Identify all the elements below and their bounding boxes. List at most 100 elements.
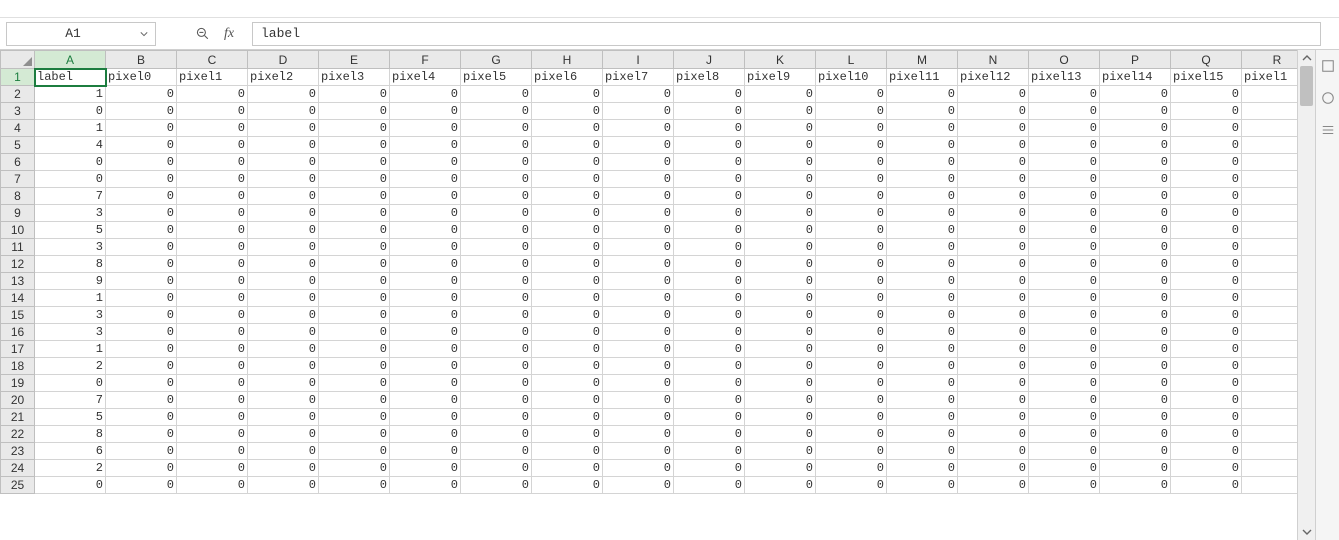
cell-O3[interactable]: 0 xyxy=(1029,103,1100,120)
cell-E9[interactable]: 0 xyxy=(319,205,390,222)
cell-D1[interactable]: pixel2 xyxy=(248,69,319,86)
cell-H25[interactable]: 0 xyxy=(532,477,603,494)
cell-R20[interactable] xyxy=(1242,392,1298,409)
cell-O22[interactable]: 0 xyxy=(1029,426,1100,443)
cell-R17[interactable] xyxy=(1242,341,1298,358)
cell-M20[interactable]: 0 xyxy=(887,392,958,409)
cell-J3[interactable]: 0 xyxy=(674,103,745,120)
cell-G9[interactable]: 0 xyxy=(461,205,532,222)
cell-P15[interactable]: 0 xyxy=(1100,307,1171,324)
cell-N15[interactable]: 0 xyxy=(958,307,1029,324)
cell-G16[interactable]: 0 xyxy=(461,324,532,341)
cell-L12[interactable]: 0 xyxy=(816,256,887,273)
cell-R10[interactable] xyxy=(1242,222,1298,239)
cell-J12[interactable]: 0 xyxy=(674,256,745,273)
cell-H19[interactable]: 0 xyxy=(532,375,603,392)
row-header-13[interactable]: 13 xyxy=(1,273,35,290)
cell-D23[interactable]: 0 xyxy=(248,443,319,460)
cell-G21[interactable]: 0 xyxy=(461,409,532,426)
cell-J20[interactable]: 0 xyxy=(674,392,745,409)
cell-A6[interactable]: 0 xyxy=(35,154,106,171)
cell-I9[interactable]: 0 xyxy=(603,205,674,222)
cell-O25[interactable]: 0 xyxy=(1029,477,1100,494)
cell-H4[interactable]: 0 xyxy=(532,120,603,137)
cell-H1[interactable]: pixel6 xyxy=(532,69,603,86)
cell-K21[interactable]: 0 xyxy=(745,409,816,426)
cell-A8[interactable]: 7 xyxy=(35,188,106,205)
cell-D11[interactable]: 0 xyxy=(248,239,319,256)
cell-M15[interactable]: 0 xyxy=(887,307,958,324)
cell-N4[interactable]: 0 xyxy=(958,120,1029,137)
cell-Q16[interactable]: 0 xyxy=(1171,324,1242,341)
cell-G4[interactable]: 0 xyxy=(461,120,532,137)
cell-D13[interactable]: 0 xyxy=(248,273,319,290)
cell-E7[interactable]: 0 xyxy=(319,171,390,188)
cell-O18[interactable]: 0 xyxy=(1029,358,1100,375)
cell-L19[interactable]: 0 xyxy=(816,375,887,392)
column-header-Q[interactable]: Q xyxy=(1171,51,1242,69)
cell-L18[interactable]: 0 xyxy=(816,358,887,375)
row-header-16[interactable]: 16 xyxy=(1,324,35,341)
cell-R7[interactable] xyxy=(1242,171,1298,188)
cell-M24[interactable]: 0 xyxy=(887,460,958,477)
cell-C22[interactable]: 0 xyxy=(177,426,248,443)
cell-D2[interactable]: 0 xyxy=(248,86,319,103)
row-header-2[interactable]: 2 xyxy=(1,86,35,103)
cell-E2[interactable]: 0 xyxy=(319,86,390,103)
cell-J15[interactable]: 0 xyxy=(674,307,745,324)
cell-K25[interactable]: 0 xyxy=(745,477,816,494)
column-header-I[interactable]: I xyxy=(603,51,674,69)
formula-input[interactable]: label xyxy=(252,22,1321,46)
cell-C17[interactable]: 0 xyxy=(177,341,248,358)
cell-N25[interactable]: 0 xyxy=(958,477,1029,494)
cell-P22[interactable]: 0 xyxy=(1100,426,1171,443)
cell-L13[interactable]: 0 xyxy=(816,273,887,290)
cell-A23[interactable]: 6 xyxy=(35,443,106,460)
cell-G15[interactable]: 0 xyxy=(461,307,532,324)
cell-A11[interactable]: 3 xyxy=(35,239,106,256)
cell-K8[interactable]: 0 xyxy=(745,188,816,205)
cell-L17[interactable]: 0 xyxy=(816,341,887,358)
row-header-10[interactable]: 10 xyxy=(1,222,35,239)
cell-O11[interactable]: 0 xyxy=(1029,239,1100,256)
cell-P9[interactable]: 0 xyxy=(1100,205,1171,222)
rail-icon-2[interactable] xyxy=(1320,90,1336,106)
cell-O8[interactable]: 0 xyxy=(1029,188,1100,205)
cell-A18[interactable]: 2 xyxy=(35,358,106,375)
cell-Q4[interactable]: 0 xyxy=(1171,120,1242,137)
scroll-track[interactable] xyxy=(1298,66,1315,524)
cell-I16[interactable]: 0 xyxy=(603,324,674,341)
cell-F22[interactable]: 0 xyxy=(390,426,461,443)
cell-K15[interactable]: 0 xyxy=(745,307,816,324)
cell-D6[interactable]: 0 xyxy=(248,154,319,171)
cell-C13[interactable]: 0 xyxy=(177,273,248,290)
cell-I13[interactable]: 0 xyxy=(603,273,674,290)
cell-C16[interactable]: 0 xyxy=(177,324,248,341)
cell-K17[interactable]: 0 xyxy=(745,341,816,358)
cell-G25[interactable]: 0 xyxy=(461,477,532,494)
cell-N17[interactable]: 0 xyxy=(958,341,1029,358)
cell-G6[interactable]: 0 xyxy=(461,154,532,171)
row-header-19[interactable]: 19 xyxy=(1,375,35,392)
cell-A10[interactable]: 5 xyxy=(35,222,106,239)
cell-L5[interactable]: 0 xyxy=(816,137,887,154)
cell-H6[interactable]: 0 xyxy=(532,154,603,171)
cell-I3[interactable]: 0 xyxy=(603,103,674,120)
cell-D5[interactable]: 0 xyxy=(248,137,319,154)
cell-D21[interactable]: 0 xyxy=(248,409,319,426)
cell-H14[interactable]: 0 xyxy=(532,290,603,307)
cell-F6[interactable]: 0 xyxy=(390,154,461,171)
cell-G5[interactable]: 0 xyxy=(461,137,532,154)
cell-L2[interactable]: 0 xyxy=(816,86,887,103)
cell-J7[interactable]: 0 xyxy=(674,171,745,188)
cell-D18[interactable]: 0 xyxy=(248,358,319,375)
cell-A25[interactable]: 0 xyxy=(35,477,106,494)
cell-C23[interactable]: 0 xyxy=(177,443,248,460)
cell-H7[interactable]: 0 xyxy=(532,171,603,188)
cell-I2[interactable]: 0 xyxy=(603,86,674,103)
cell-L4[interactable]: 0 xyxy=(816,120,887,137)
cell-Q15[interactable]: 0 xyxy=(1171,307,1242,324)
cell-J14[interactable]: 0 xyxy=(674,290,745,307)
cell-A12[interactable]: 8 xyxy=(35,256,106,273)
cell-D14[interactable]: 0 xyxy=(248,290,319,307)
